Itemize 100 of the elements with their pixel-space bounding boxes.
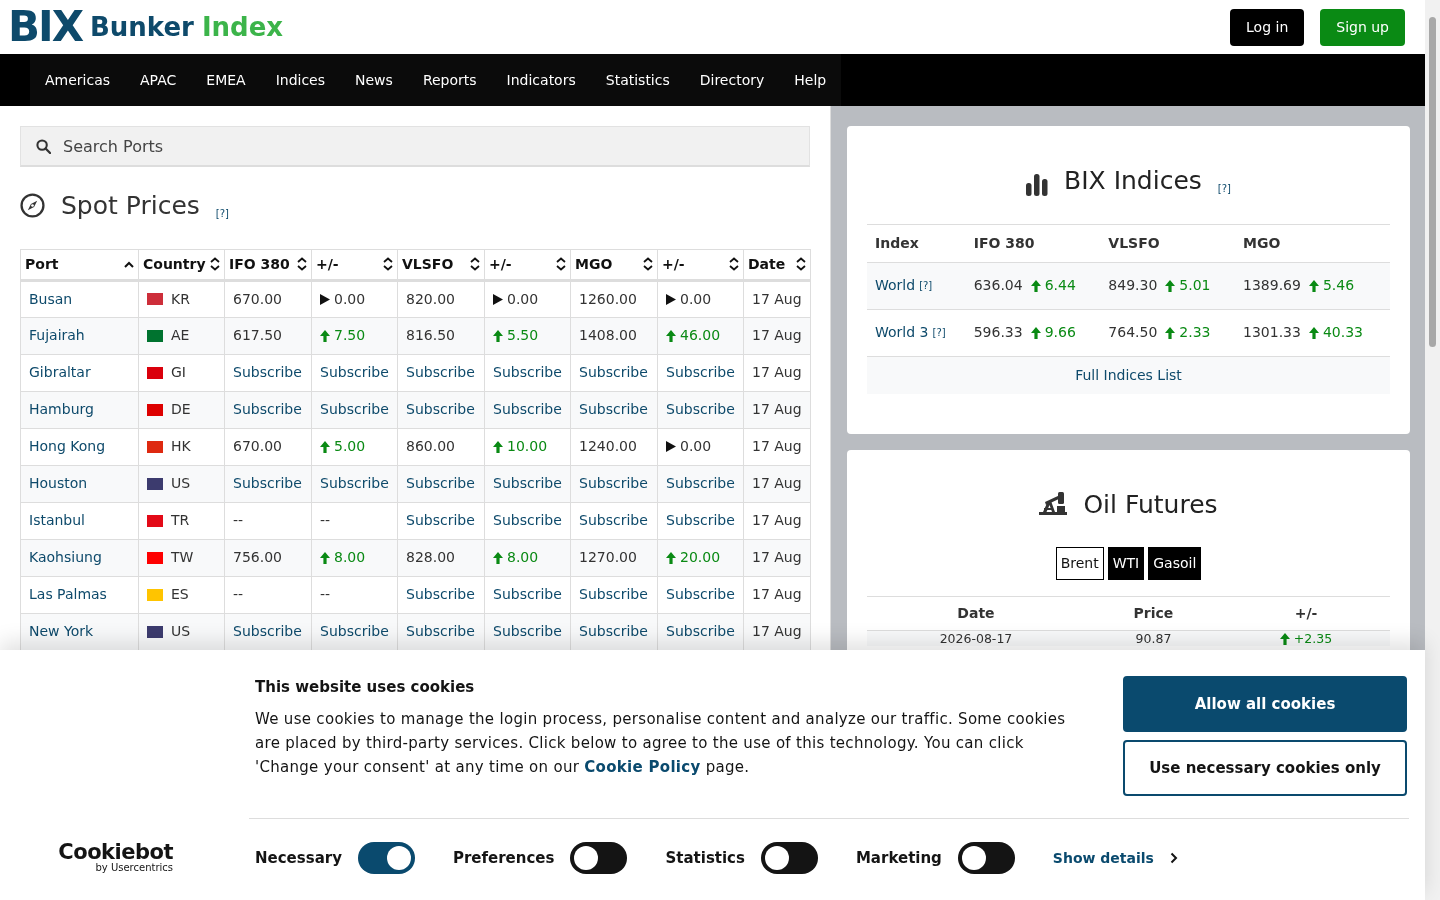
up-arrow-icon — [320, 440, 330, 453]
country-code: HK — [171, 437, 191, 456]
price-change: 0.00 — [334, 289, 366, 309]
help-link[interactable]: [?] — [1217, 180, 1231, 196]
nav-link[interactable]: Help — [779, 54, 842, 106]
date-text: 2026-08-17 — [939, 631, 1013, 646]
full-list-link[interactable]: Full Indices List — [1075, 366, 1182, 383]
up-arrow-icon — [493, 440, 503, 453]
up-arrow-icon — [1030, 279, 1041, 292]
help-link[interactable]: [?] — [919, 278, 933, 293]
tab[interactable]: Gasoil — [1148, 547, 1202, 580]
price-change: 20.00 — [680, 548, 721, 567]
scrollbar-thumb[interactable] — [1429, 17, 1436, 347]
price-change: 8.00 — [334, 548, 366, 567]
column-header: Index — [875, 234, 919, 251]
country-code: DE — [171, 400, 191, 419]
date-text: 17 Aug — [752, 364, 802, 380]
column-header: VLSFO — [1108, 234, 1160, 251]
login-button[interactable]: Log in — [1230, 8, 1305, 46]
index-link[interactable]: World 3 — [875, 322, 929, 343]
price-change: 5.00 — [334, 437, 366, 456]
price-value: 1270.00 — [579, 549, 637, 565]
price-change: 7.50 — [334, 326, 366, 345]
price-value: 596.33 — [973, 323, 1023, 342]
tab[interactable]: WTI — [1107, 547, 1145, 580]
toggle-switch[interactable] — [357, 842, 415, 874]
toggle-label: Marketing — [855, 847, 942, 869]
nav-link[interactable]: Indicators — [491, 54, 591, 106]
logo-mark: BIX — [8, 6, 83, 48]
banner-title: This website uses cookies — [255, 677, 476, 698]
necessary-only-button[interactable]: Use necessary cookies only — [1123, 740, 1407, 796]
country-code: TW — [171, 548, 194, 567]
help-link[interactable]: [?] — [215, 205, 229, 221]
nav-link[interactable]: News — [340, 54, 408, 106]
up-arrow-icon — [493, 551, 503, 564]
price-change: 5.46 — [1322, 276, 1355, 295]
up-arrow-icon — [1308, 279, 1319, 292]
search-icon — [36, 139, 51, 154]
scrollbar[interactable] — [1425, 0, 1440, 900]
nav-link[interactable]: Reports — [407, 54, 492, 106]
nav-link[interactable]: APAC — [125, 54, 192, 106]
up-arrow-icon — [666, 551, 676, 564]
empty-value: -- — [320, 512, 331, 528]
nav-link[interactable]: Directory — [684, 54, 780, 106]
cookie-policy-link[interactable]: Cookie Policy — [584, 757, 701, 776]
column-header[interactable]: +/- — [316, 253, 339, 275]
price-value: 820.00 — [406, 290, 455, 307]
price-value: 860.00 — [406, 438, 455, 454]
search-field[interactable]: Search Ports — [20, 126, 810, 167]
country-code: US — [171, 622, 191, 641]
price-change: 5.01 — [1179, 276, 1211, 295]
index-link[interactable]: World — [875, 275, 916, 296]
column-header[interactable]: +/- — [489, 253, 512, 275]
triangle-icon — [666, 293, 676, 305]
toggle-switch[interactable] — [760, 842, 818, 874]
up-arrow-icon — [666, 329, 676, 342]
date-text: 17 Aug — [752, 623, 802, 639]
price-value: 828.00 — [406, 549, 455, 565]
price-value: 816.50 — [406, 327, 455, 343]
tab[interactable]: Brent — [1055, 547, 1104, 580]
price-value: 849.30 — [1108, 276, 1158, 295]
section-title: Spot Prices — [61, 190, 200, 222]
empty-value: -- — [320, 586, 331, 602]
brand-logo-text: Cookiebot — [58, 842, 173, 863]
help-link[interactable]: [?] — [932, 325, 946, 340]
country-code: AE — [171, 326, 190, 345]
compass-icon — [20, 193, 45, 219]
date-text: 17 Aug — [752, 290, 802, 307]
price-value: 1240.00 — [579, 438, 637, 454]
nav-link[interactable]: Statistics — [590, 54, 685, 106]
price-value: 1301.33 — [1243, 323, 1301, 342]
toggle-switch[interactable] — [570, 842, 628, 874]
nav-link[interactable]: Indices — [260, 54, 341, 106]
up-arrow-icon — [320, 551, 330, 564]
toggle-switch[interactable] — [957, 842, 1015, 874]
column-header: Price — [1133, 605, 1174, 621]
toggle-label: Necessary — [255, 847, 342, 869]
up-arrow-icon — [320, 329, 330, 342]
price-change: 46.00 — [680, 326, 721, 345]
price-change: 2.33 — [1179, 323, 1211, 342]
nav-link[interactable]: Americas — [30, 54, 126, 106]
signup-button[interactable]: Sign up — [1320, 8, 1405, 46]
up-arrow-icon — [1279, 633, 1290, 645]
up-arrow-icon — [493, 329, 503, 342]
price-value: 764.50 — [1108, 323, 1158, 342]
date-text: 17 Aug — [752, 438, 802, 454]
allow-all-button[interactable]: Allow all cookies — [1123, 676, 1407, 732]
column-header: Date — [957, 605, 995, 621]
show-details-link[interactable]: Show details — [1052, 847, 1178, 869]
port-link[interactable]: Busan — [29, 290, 73, 307]
price-change: 10.00 — [507, 437, 548, 456]
date-text: 17 Aug — [752, 549, 802, 565]
price-value: 617.50 — [233, 327, 282, 343]
empty-value: -- — [233, 586, 244, 602]
nav-link[interactable]: EMEA — [191, 54, 261, 106]
column-header[interactable]: +/- — [662, 253, 685, 275]
price-change: 40.33 — [1322, 323, 1363, 342]
price-value: 1408.00 — [579, 327, 637, 343]
date-text: 17 Aug — [752, 401, 802, 417]
price-value: 1260.00 — [579, 290, 637, 307]
